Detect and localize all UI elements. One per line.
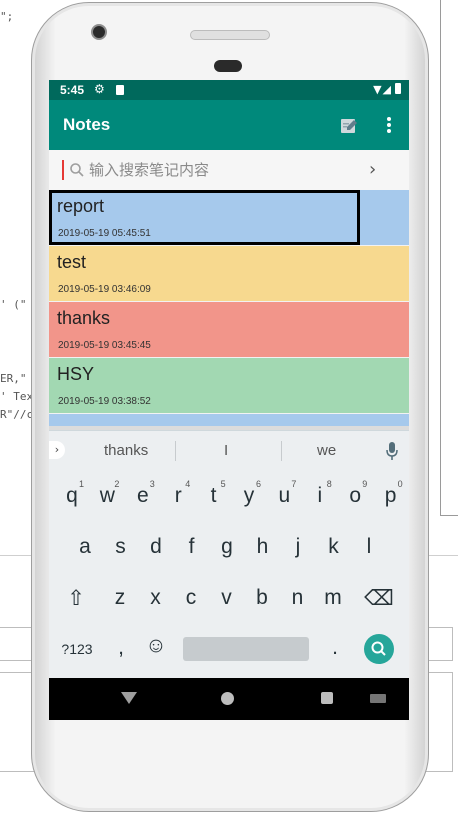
note-timestamp: 2019-05-19 03:38:52 <box>58 396 151 407</box>
note-item[interactable]: HSY 2019-05-19 03:38:52 <box>49 358 409 414</box>
key-f[interactable]: f <box>175 535 209 559</box>
signal-icon: ▼◢ <box>373 83 401 96</box>
key-hint: 3 <box>149 479 155 489</box>
suggestion-word[interactable]: we <box>317 442 336 459</box>
speaker-grille <box>190 30 270 40</box>
status-time: 5:45 <box>60 83 85 97</box>
key-h[interactable]: h <box>246 535 280 559</box>
key-g[interactable]: g <box>210 535 244 559</box>
text-cursor <box>62 160 64 180</box>
key-hint: 5 <box>220 479 226 489</box>
search-icon <box>371 641 386 656</box>
note-timestamp: 2019-05-19 03:46:09 <box>58 284 151 295</box>
edit-note-icon[interactable] <box>339 115 359 135</box>
key-k[interactable]: k <box>317 535 351 559</box>
key-hint: 4 <box>185 479 191 489</box>
shift-key[interactable]: ⇧ <box>59 586 93 611</box>
code-fragment: ' (" <box>0 298 27 311</box>
note-item[interactable]: report 2019-05-19 05:45:51 <box>49 190 409 246</box>
emoji-key[interactable]: ☺ <box>139 634 173 658</box>
note-title: test <box>57 252 87 272</box>
key-m[interactable]: m <box>316 586 350 610</box>
key-v[interactable]: v <box>210 586 244 610</box>
key-a[interactable]: a <box>68 535 102 559</box>
note-title: HSY <box>57 364 95 384</box>
chevron-right-icon[interactable]: › <box>369 159 376 180</box>
side-panel <box>440 0 458 516</box>
recent-apps-icon[interactable] <box>321 692 333 704</box>
key-s[interactable]: s <box>104 535 138 559</box>
comma-key[interactable]: , <box>104 636 138 660</box>
note-timestamp: 2019-05-19 03:45:45 <box>58 340 151 351</box>
suggestion-word[interactable]: thanks <box>104 442 148 459</box>
code-fragment: ER," <box>0 372 27 385</box>
note-title: thanks <box>57 308 111 328</box>
key-hint: 1 <box>79 479 85 489</box>
note-timestamp: 2019-05-19 05:45:51 <box>58 228 151 239</box>
backspace-key[interactable]: ⌫ <box>362 586 396 611</box>
gear-icon: ⚙ <box>94 82 105 96</box>
key-x[interactable]: x <box>139 586 173 610</box>
keyboard-switch-icon[interactable] <box>370 694 386 703</box>
app-bar: Notes <box>49 100 409 150</box>
search-bar: › <box>49 150 409 191</box>
code-fragment: R"//c <box>0 408 34 421</box>
divider <box>175 441 176 461</box>
period-key[interactable]: . <box>318 636 352 660</box>
key-hint: 2 <box>114 479 120 489</box>
status-bar: 5:45 ⚙ ▼◢ <box>49 80 409 100</box>
suggestion-word[interactable]: I <box>224 442 228 459</box>
back-icon[interactable] <box>121 692 137 704</box>
symbols-key[interactable]: ?123 <box>60 641 94 657</box>
sd-card-icon <box>116 85 124 95</box>
earpiece <box>214 60 242 72</box>
note-item-partial[interactable] <box>49 414 409 426</box>
code-fragment: "; <box>0 10 14 23</box>
note-title: report <box>57 196 105 216</box>
phone-screen: 5:45 ⚙ ▼◢ Notes › report 2019-05-19 05:4… <box>49 80 409 720</box>
microphone-icon[interactable] <box>386 442 398 460</box>
app-title: Notes <box>63 115 111 134</box>
enter-key[interactable] <box>364 634 394 664</box>
home-icon[interactable] <box>221 692 234 705</box>
front-camera <box>91 24 107 40</box>
chevron-right-icon[interactable]: › <box>49 441 65 459</box>
soft-keyboard: › thanks I we q1w2e3r4t5y6u7i8o9p0 asdfg… <box>49 430 409 679</box>
key-n[interactable]: n <box>281 586 315 610</box>
notes-list: report 2019-05-19 05:45:51 test 2019-05-… <box>49 190 409 426</box>
key-hint: 7 <box>291 479 297 489</box>
note-item[interactable]: test 2019-05-19 03:46:09 <box>49 246 409 302</box>
key-c[interactable]: c <box>174 586 208 610</box>
note-item[interactable]: thanks 2019-05-19 03:45:45 <box>49 302 409 358</box>
space-bar[interactable] <box>183 637 309 661</box>
key-j[interactable]: j <box>281 535 315 559</box>
navigation-bar <box>49 678 409 720</box>
overflow-menu-icon[interactable] <box>384 115 394 135</box>
key-hint: 9 <box>362 479 368 489</box>
search-icon <box>70 163 84 177</box>
key-b[interactable]: b <box>245 586 279 610</box>
key-l[interactable]: l <box>352 535 386 559</box>
search-input[interactable] <box>89 158 359 182</box>
battery-icon <box>395 83 401 94</box>
suggestion-strip: › thanks I we <box>49 431 409 469</box>
key-hint: 8 <box>326 479 332 489</box>
key-hint: 6 <box>256 479 262 489</box>
divider <box>281 441 282 461</box>
key-z[interactable]: z <box>103 586 137 610</box>
key-d[interactable]: d <box>139 535 173 559</box>
key-hint: 0 <box>397 479 403 489</box>
